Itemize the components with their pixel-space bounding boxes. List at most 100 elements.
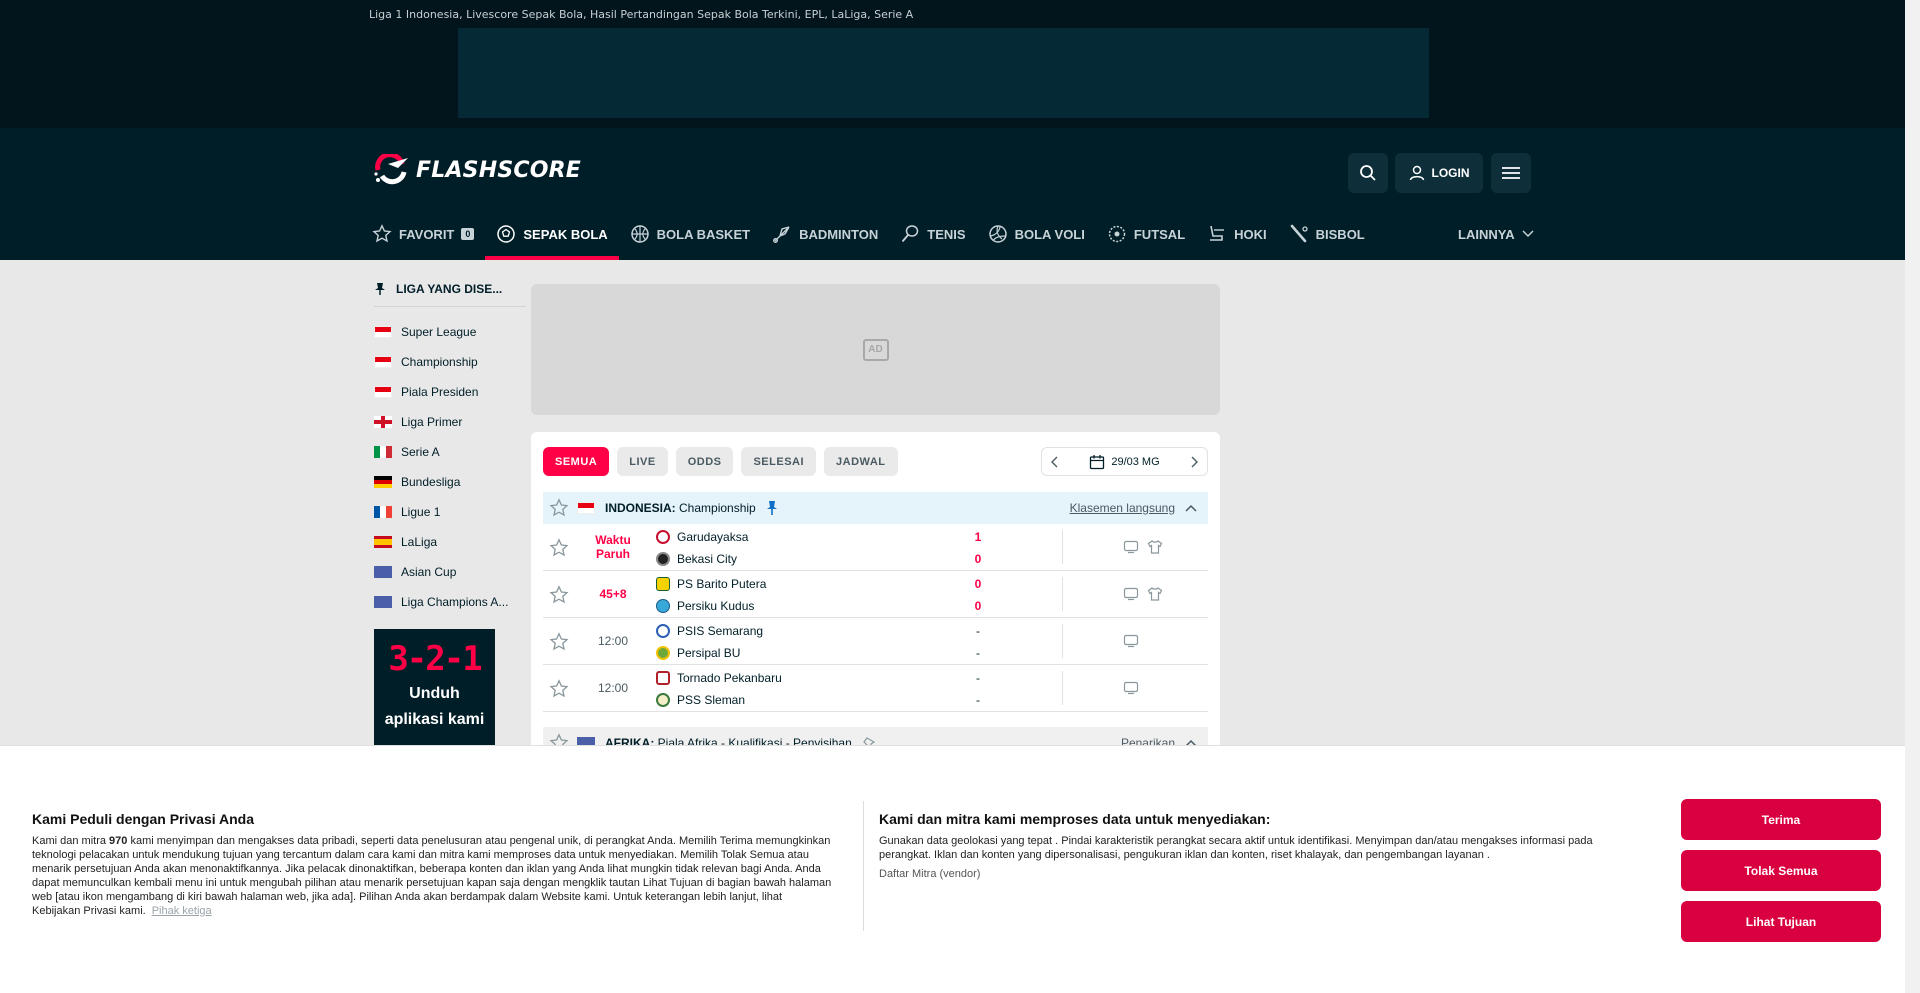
- nav-futsal[interactable]: FUTSAL: [1096, 208, 1196, 260]
- sidebar-league-item[interactable]: Bundesliga: [374, 467, 526, 497]
- tv-icon[interactable]: [1123, 540, 1139, 554]
- sidebar-league-item[interactable]: Championship: [374, 347, 526, 377]
- sidebar-league-item[interactable]: Liga Champions A...: [374, 587, 526, 617]
- favorite-star-icon[interactable]: [549, 679, 569, 699]
- germany-flag-icon: [374, 476, 392, 488]
- chevron-left-icon[interactable]: [1050, 456, 1060, 468]
- favorite-star-icon[interactable]: [549, 585, 569, 605]
- match-status: Waktu Paruh: [595, 533, 631, 561]
- nav-baseball[interactable]: BISBOL: [1278, 208, 1376, 260]
- england-flag-icon: [374, 416, 392, 428]
- ad-label: AD: [862, 338, 889, 361]
- vertical-scrollbar[interactable]: [1905, 0, 1920, 993]
- league-country: INDONESIA:: [605, 501, 676, 515]
- flashscore-logo[interactable]: FLASHSCORE: [374, 152, 581, 188]
- jersey-icon[interactable]: [1147, 587, 1163, 601]
- away-team-name: Persipal BU: [677, 646, 741, 660]
- away-team: PSS Sleman: [656, 690, 745, 710]
- sidebar-league-item[interactable]: LaLiga: [374, 527, 526, 557]
- divider: [1062, 671, 1063, 705]
- chevron-up-icon[interactable]: [1184, 503, 1198, 513]
- purposes-text: Gunakan data geolokasi yang tepat . Pind…: [879, 835, 1593, 861]
- live-standings-link[interactable]: Klasemen langsung: [1070, 501, 1175, 515]
- team-logo-icon: [656, 530, 670, 544]
- nav-futsal-label: FUTSAL: [1133, 226, 1186, 242]
- view-purposes-button[interactable]: Lihat Tujuan: [1681, 901, 1881, 942]
- menu-button[interactable]: [1491, 153, 1531, 193]
- team-logo-icon: [656, 671, 670, 685]
- nav-soccer[interactable]: SEPAK BOLA: [485, 208, 619, 260]
- chevron-right-icon[interactable]: [1189, 456, 1199, 468]
- sidebar-league-label: Liga Primer: [401, 415, 463, 429]
- team-logo-icon: [656, 577, 670, 591]
- date-picker: 29/03 MG: [1041, 447, 1208, 476]
- nav-basketball[interactable]: BOLA BASKET: [619, 208, 761, 260]
- away-score: 0: [974, 599, 982, 613]
- data-purposes: Kami dan mitra kami memproses data untuk…: [879, 811, 1619, 880]
- site-header: FLASHSCORE LOGIN FAVORIT 0 SEPAK BOLA BO…: [0, 128, 1905, 260]
- indonesia-flag-icon: [577, 502, 595, 514]
- home-team-name: Tornado Pekanbaru: [677, 671, 782, 685]
- away-team: Persiku Kudus: [656, 596, 754, 616]
- baseball-bat-icon: [1290, 224, 1308, 243]
- match-time: 12:00: [597, 681, 629, 695]
- away-score: -: [976, 646, 980, 660]
- promo-line1: Unduh: [409, 685, 460, 702]
- nav-tennis[interactable]: TENIS: [889, 208, 976, 260]
- sidebar-league-label: Serie A: [401, 445, 440, 459]
- sidebar-league-item[interactable]: Piala Presiden: [374, 377, 526, 407]
- filter-finished[interactable]: SELESAI: [741, 447, 817, 476]
- sidebar-league-item[interactable]: Super League: [374, 317, 526, 347]
- vendor-list-link[interactable]: Daftar Mitra (vendor): [879, 868, 1619, 880]
- home-team-name: Garudayaksa: [677, 530, 749, 544]
- favorites-count-badge: 0: [461, 228, 475, 240]
- filter-scheduled[interactable]: JADWAL: [824, 447, 898, 476]
- sidebar-league-item[interactable]: Ligue 1: [374, 497, 526, 527]
- third-party-link[interactable]: Pihak ketiga: [152, 905, 212, 917]
- nav-hockey[interactable]: HOKI: [1196, 208, 1278, 260]
- pinned-leagues-title: LIGA YANG DISE...: [396, 282, 503, 296]
- search-button[interactable]: [1348, 153, 1388, 193]
- tv-icon[interactable]: [1123, 587, 1139, 601]
- team-logo-icon: [656, 693, 670, 707]
- nav-badminton[interactable]: BADMINTON: [761, 208, 889, 260]
- pinned-leagues-list: Super League Championship Piala Presiden…: [374, 317, 526, 617]
- sidebar-league-label: Super League: [401, 325, 477, 339]
- match-row[interactable]: 12:00 Tornado Pekanbaru PSS Sleman - -: [543, 665, 1208, 712]
- home-team: Garudayaksa: [656, 527, 748, 547]
- sidebar-league-item[interactable]: Liga Primer: [374, 407, 526, 437]
- pinned-icon[interactable]: [766, 500, 778, 516]
- reject-all-button[interactable]: Tolak Semua: [1681, 850, 1881, 891]
- away-team: Bekasi City: [656, 549, 737, 569]
- accept-button[interactable]: Terima: [1681, 799, 1881, 840]
- match-row[interactable]: 45+8 PS Barito Putera Persiku Kudus 0 0: [543, 571, 1208, 618]
- nav-volleyball[interactable]: BOLA VOLI: [977, 208, 1096, 260]
- match-row[interactable]: Waktu Paruh Garudayaksa Bekasi City 1 0: [543, 524, 1208, 571]
- filter-all[interactable]: SEMUA: [543, 447, 610, 476]
- login-button[interactable]: LOGIN: [1395, 153, 1483, 193]
- filter-live[interactable]: LIVE: [617, 447, 668, 476]
- divider: [1062, 577, 1063, 611]
- league-name[interactable]: INDONESIA: Championship: [577, 500, 778, 516]
- tv-icon[interactable]: [1123, 634, 1139, 648]
- privacy-text: Kami dan mitra 970 kami menyimpan dan me…: [32, 834, 832, 918]
- volleyball-icon: [988, 225, 1007, 243]
- more-sports-dropdown[interactable]: LAINNYA: [1458, 208, 1535, 260]
- favorite-star-icon[interactable]: [549, 632, 569, 652]
- date-display[interactable]: 29/03 MG: [1089, 454, 1160, 470]
- italy-flag-icon: [374, 446, 392, 458]
- nav-hockey-label: HOKI: [1234, 226, 1267, 242]
- match-row[interactable]: 12:00 PSIS Semarang Persipal BU - -: [543, 618, 1208, 665]
- sidebar-league-item[interactable]: Asian Cup: [374, 557, 526, 587]
- tv-icon[interactable]: [1123, 681, 1139, 695]
- away-score: -: [976, 693, 980, 707]
- nav-favorites[interactable]: FAVORIT 0: [372, 208, 485, 260]
- filter-odds[interactable]: ODDS: [675, 447, 734, 476]
- sidebar-league-item[interactable]: Serie A: [374, 437, 526, 467]
- seo-heading: Liga 1 Indonesia, Livescore Sepak Bola, …: [369, 8, 914, 21]
- jersey-icon[interactable]: [1147, 540, 1163, 554]
- favorite-star-icon[interactable]: [549, 538, 569, 558]
- favorite-star-icon[interactable]: [549, 498, 569, 518]
- app-download-promo[interactable]: 3-2-1 Unduh aplikasi kami: [374, 629, 495, 759]
- home-team-name: PS Barito Putera: [677, 577, 767, 591]
